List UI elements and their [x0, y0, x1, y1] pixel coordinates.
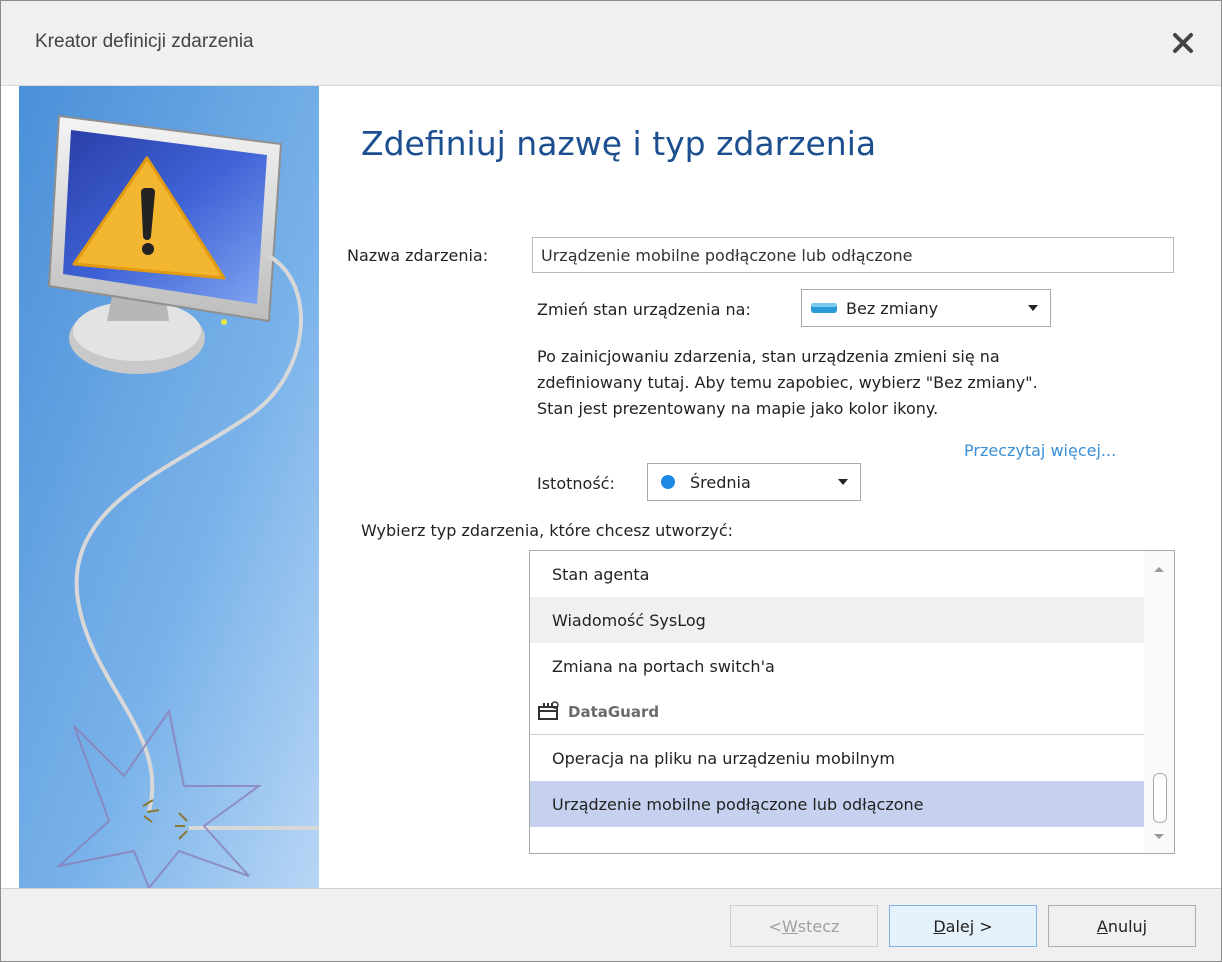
- device-state-description: Po zainicjowaniu zdarzenia, stan urządze…: [537, 344, 1117, 422]
- window-title: Kreator definicji zdarzenia: [35, 31, 254, 52]
- severity-label: Istotność:: [537, 474, 615, 493]
- device-state-label: Zmień stan urządzenia na:: [537, 300, 751, 319]
- next-button[interactable]: Dalej >: [889, 905, 1037, 947]
- wizard-content: Zdefiniuj nazwę i typ zdarzenia Nazwa zd…: [319, 86, 1221, 888]
- severity-value: Średnia: [690, 472, 751, 492]
- severity-dot-icon: [661, 475, 675, 489]
- wizard-window: Kreator definicji zdarzenia Zdefiniuj na…: [0, 0, 1222, 962]
- scrollbar-thumb[interactable]: [1153, 773, 1167, 823]
- event-name-label: Nazwa zdarzenia:: [347, 246, 489, 265]
- list-item[interactable]: Operacja na pliku na urządzeniu mobilnym: [530, 735, 1144, 781]
- list-item-label: Stan agenta: [552, 564, 650, 584]
- cancel-button-mnemonic: A: [1096, 916, 1108, 936]
- description-line: Stan jest prezentowany na mapie jako kol…: [537, 399, 939, 418]
- description-line: Po zainicjowaniu zdarzenia, stan urządze…: [537, 347, 1000, 366]
- scroll-down-icon[interactable]: [1153, 833, 1165, 841]
- back-button[interactable]: < Wstecz: [730, 905, 878, 947]
- title-bar: Kreator definicji zdarzenia: [1, 1, 1221, 86]
- list-item[interactable]: Stan agenta: [530, 551, 1144, 597]
- close-icon: [1173, 33, 1193, 53]
- page-title: Zdefiniuj nazwę i typ zdarzenia: [361, 124, 877, 163]
- back-button-prefix: <: [768, 916, 782, 936]
- list-item-label: Wiadomość SysLog: [552, 610, 706, 630]
- close-button[interactable]: [1163, 23, 1203, 63]
- dataguard-icon: [538, 700, 559, 720]
- wizard-side-illustration: [19, 86, 319, 888]
- event-type-label: Wybierz typ zdarzenia, które chcesz utwo…: [361, 521, 734, 540]
- next-button-mnemonic: D: [933, 916, 946, 936]
- severity-select[interactable]: Średnia: [647, 463, 861, 501]
- cancel-button[interactable]: Anuluj: [1048, 905, 1196, 947]
- chevron-down-icon: [838, 479, 848, 485]
- list-scrollbar[interactable]: [1144, 551, 1174, 853]
- list-item-label: Zmiana na portach switch'a: [552, 656, 775, 676]
- list-item-selected[interactable]: Urządzenie mobilne podłączone lub odłącz…: [530, 781, 1144, 827]
- list-group-label: DataGuard: [568, 702, 660, 721]
- back-button-label: stecz: [797, 916, 840, 936]
- wizard-footer: < Wstecz Dalej > Anuluj: [1, 888, 1221, 961]
- event-name-input[interactable]: Urządzenie mobilne podłączone lub odłącz…: [532, 237, 1174, 273]
- device-state-value: Bez zmiany: [846, 298, 939, 318]
- scroll-up-icon[interactable]: [1153, 565, 1165, 573]
- device-state-select[interactable]: Bez zmiany: [801, 289, 1051, 327]
- list-item-label: Operacja na pliku na urządzeniu mobilnym: [552, 748, 895, 768]
- list-item-label: Urządzenie mobilne podłączone lub odłącz…: [552, 794, 924, 814]
- cancel-button-label: nuluj: [1107, 916, 1148, 936]
- read-more-link[interactable]: Przeczytaj więcej...: [964, 441, 1116, 460]
- back-button-mnemonic: W: [781, 916, 798, 936]
- list-group-header: DataGuard: [530, 689, 1144, 735]
- device-state-icon: [811, 303, 837, 313]
- list-item[interactable]: Zmiana na portach switch'a: [530, 643, 1144, 689]
- description-line: zdefiniowany tutaj. Aby temu zapobiec, w…: [537, 373, 1038, 392]
- list-item[interactable]: Wiadomość SysLog: [530, 597, 1144, 643]
- next-button-label: alej >: [945, 916, 993, 936]
- chevron-down-icon: [1028, 305, 1038, 311]
- event-type-list[interactable]: Stan agenta Wiadomość SysLog Zmiana na p…: [529, 550, 1175, 854]
